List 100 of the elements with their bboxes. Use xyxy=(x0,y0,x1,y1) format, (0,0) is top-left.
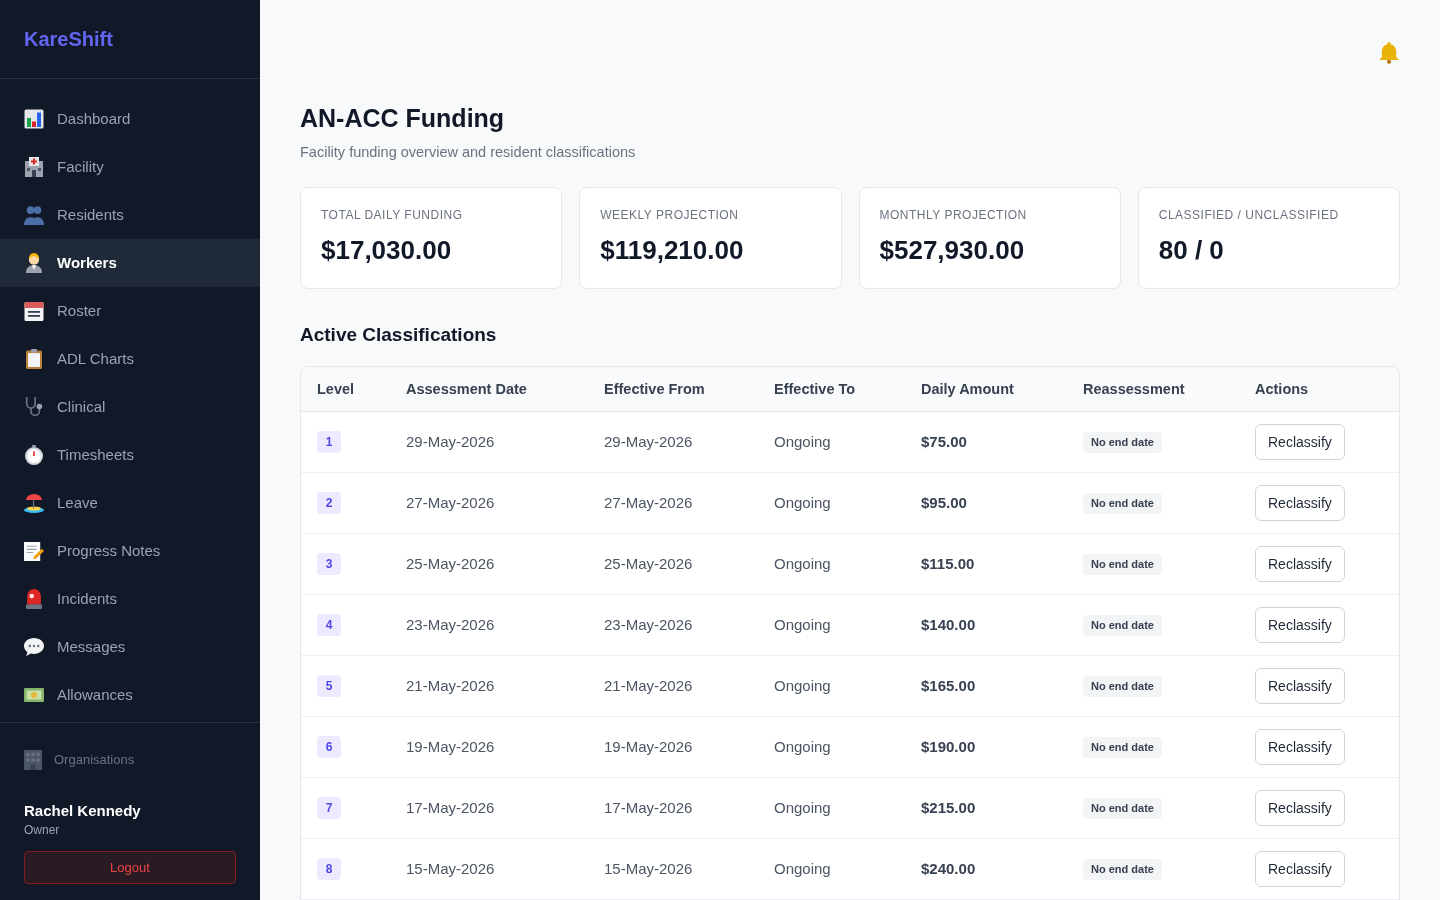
status-badge: No end date xyxy=(1083,737,1162,758)
sidebar-item[interactable]: Roster xyxy=(0,287,260,335)
stat-value: 80 / 0 xyxy=(1158,234,1225,266)
status-badge: No end date xyxy=(1083,676,1162,697)
reclassify-button[interactable]: Reclassify xyxy=(1255,607,1345,643)
level-badge: 5 xyxy=(317,675,341,697)
table-cell: 17-May-2026 xyxy=(390,777,588,839)
table-cell: 15-May-2026 xyxy=(390,838,588,900)
chart-icon xyxy=(24,109,44,129)
level-badge: 4 xyxy=(317,614,341,636)
hospital-icon xyxy=(24,157,44,177)
memo-icon xyxy=(24,541,44,561)
organisations-link[interactable]: Organisations xyxy=(24,748,135,772)
table-cell: Ongoing xyxy=(758,716,905,778)
table-cell: 23-May-2026 xyxy=(390,594,588,656)
stat-label: MONTHLY PROJECTION xyxy=(879,207,1028,223)
level-badge: 3 xyxy=(317,553,341,575)
reclassify-button[interactable]: Reclassify xyxy=(1255,546,1345,582)
table-cell: Ongoing xyxy=(758,411,905,473)
page-subtitle: Facility funding overview and resident classifications xyxy=(300,143,637,162)
level-badge: 8 xyxy=(317,858,341,880)
column-header: Effective From xyxy=(588,367,758,412)
sidebar-item[interactable]: Workers xyxy=(0,239,260,287)
sidebar-item[interactable]: Facility xyxy=(0,143,260,191)
status-badge: No end date xyxy=(1083,493,1162,514)
table-cell: 17-May-2026 xyxy=(588,777,758,839)
stat-value: $527,930.00 xyxy=(879,234,1026,266)
status-badge: No end date xyxy=(1083,554,1162,575)
table-cell: 25-May-2026 xyxy=(588,533,758,595)
stat-value: $119,210.00 xyxy=(600,234,745,266)
table-cell: Ongoing xyxy=(758,838,905,900)
reclassify-button[interactable]: Reclassify xyxy=(1255,485,1345,521)
clipboard-icon xyxy=(26,349,42,369)
building-icon xyxy=(24,750,42,770)
level-badge: 6 xyxy=(317,736,341,758)
brand-logo: KareShift xyxy=(24,27,113,52)
sidebar-item[interactable]: Residents xyxy=(0,191,260,239)
column-header: Effective To xyxy=(758,367,905,412)
section-title: Active Classifications xyxy=(300,323,498,347)
reclassify-button[interactable]: Reclassify xyxy=(1255,851,1345,887)
column-header: Actions xyxy=(1239,367,1399,412)
reclassify-button[interactable]: Reclassify xyxy=(1255,790,1345,826)
table-cell: 29-May-2026 xyxy=(588,411,758,473)
table-cell: 27-May-2026 xyxy=(588,472,758,534)
table-cell: Ongoing xyxy=(758,533,905,595)
speech-bubble-icon xyxy=(24,638,44,656)
level-badge: 2 xyxy=(317,492,341,514)
banknote-icon xyxy=(24,688,44,702)
column-header: Assessment Date xyxy=(390,367,588,412)
table-cell: 25-May-2026 xyxy=(390,533,588,595)
status-badge: No end date xyxy=(1083,615,1162,636)
sidebar-item[interactable]: Timesheets xyxy=(0,431,260,479)
table-cell: $115.00 xyxy=(905,533,1067,595)
table-cell: $95.00 xyxy=(905,472,1067,534)
stat-label: CLASSIFIED / UNCLASSIFIED xyxy=(1158,207,1340,223)
table-cell: $215.00 xyxy=(905,777,1067,839)
column-header: Reassessment xyxy=(1067,367,1239,412)
sidebar-item[interactable]: ADL Charts xyxy=(0,335,260,383)
table-cell: $190.00 xyxy=(905,716,1067,778)
table-cell: 21-May-2026 xyxy=(390,655,588,717)
sidebar-item[interactable]: Allowances xyxy=(0,671,260,719)
sidebar-item[interactable]: Messages xyxy=(0,623,260,671)
table-cell: 21-May-2026 xyxy=(588,655,758,717)
reclassify-button[interactable]: Reclassify xyxy=(1255,424,1345,460)
reclassify-button[interactable]: Reclassify xyxy=(1255,729,1345,765)
sidebar-item[interactable]: Dashboard xyxy=(0,95,260,143)
column-header: Level xyxy=(301,367,390,412)
sidebar-item[interactable]: Leave xyxy=(0,479,260,527)
calendar-icon xyxy=(24,301,44,321)
table-cell: 29-May-2026 xyxy=(390,411,588,473)
table-cell: 27-May-2026 xyxy=(390,472,588,534)
sidebar-item[interactable]: Clinical xyxy=(0,383,260,431)
siren-icon xyxy=(26,589,42,609)
table-cell: 15-May-2026 xyxy=(588,838,758,900)
column-header: Daily Amount xyxy=(905,367,1067,412)
notifications-bell-icon[interactable] xyxy=(1378,42,1400,64)
stat-label: WEEKLY PROJECTION xyxy=(600,207,740,223)
table-cell: Ongoing xyxy=(758,472,905,534)
level-badge: 1 xyxy=(317,431,341,453)
status-badge: No end date xyxy=(1083,798,1162,819)
sidebar-item[interactable]: Incidents xyxy=(0,575,260,623)
table-cell: 23-May-2026 xyxy=(588,594,758,656)
table-cell: $140.00 xyxy=(905,594,1067,656)
stat-label: TOTAL DAILY FUNDING xyxy=(321,207,464,223)
sidebar-item[interactable]: Progress Notes xyxy=(0,527,260,575)
table-cell: $240.00 xyxy=(905,838,1067,900)
stat-value: $17,030.00 xyxy=(321,234,453,266)
table-cell: 19-May-2026 xyxy=(390,716,588,778)
page-title: AN-ACC Funding xyxy=(300,103,506,134)
status-badge: No end date xyxy=(1083,432,1162,453)
person-icon xyxy=(26,253,42,273)
table-cell: $75.00 xyxy=(905,411,1067,473)
reclassify-button[interactable]: Reclassify xyxy=(1255,668,1345,704)
stethoscope-icon xyxy=(25,397,43,417)
logout-button[interactable]: Logout xyxy=(24,851,236,884)
beach-umbrella-icon xyxy=(24,493,44,513)
user-name: Rachel Kennedy xyxy=(24,801,142,821)
status-badge: No end date xyxy=(1083,859,1162,880)
table-cell: $165.00 xyxy=(905,655,1067,717)
table-cell: Ongoing xyxy=(758,777,905,839)
